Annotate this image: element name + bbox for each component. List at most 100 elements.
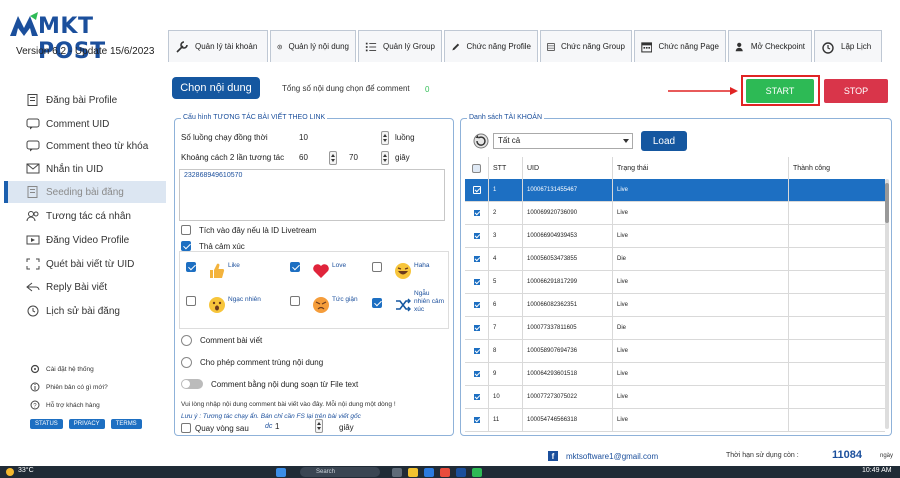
column-header-stt[interactable]: STT (489, 157, 523, 180)
row-checkbox-cell[interactable] (465, 225, 489, 248)
row-checkbox[interactable] (472, 393, 481, 401)
chrome-icon[interactable] (440, 468, 450, 477)
tab-profile-functions[interactable]: Chức năng Profile (444, 30, 538, 62)
row-checkbox-cell[interactable] (465, 363, 489, 386)
status-button[interactable]: STATUS (30, 419, 63, 429)
interval-min-stepper[interactable] (329, 151, 337, 165)
comment-post-option[interactable]: Comment bài viết (181, 335, 262, 346)
weather-text[interactable]: 33°C (18, 467, 34, 474)
clock[interactable]: 10:49 AM (862, 467, 892, 474)
tab-content-management[interactable]: Quản lý nội dung (270, 30, 356, 62)
row-checkbox[interactable] (472, 324, 481, 332)
loop-input[interactable]: 1 (275, 422, 279, 431)
row-checkbox[interactable] (472, 416, 481, 424)
row-checkbox-cell[interactable] (465, 294, 489, 317)
mkt-post-taskbar-icon[interactable] (456, 468, 466, 477)
sidebar-item-message-uid[interactable]: Nhắn tin UID (4, 158, 166, 180)
select-all-cell[interactable] (465, 157, 489, 180)
app-taskbar-icon[interactable] (472, 468, 482, 477)
sidebar-item-personal-interaction[interactable]: Tương tác cá nhân (4, 205, 166, 227)
table-row[interactable]: 4 100056053473855 Die (465, 248, 885, 271)
row-checkbox-cell[interactable] (465, 179, 489, 202)
table-row[interactable]: 9 100064293601518 Live (465, 363, 885, 386)
uid-textarea[interactable]: 232868949610570 (179, 169, 445, 221)
row-checkbox[interactable] (472, 347, 481, 355)
interval-max-input[interactable]: 70 (349, 153, 358, 162)
loop-checkbox[interactable]: Quay vòng sau (181, 423, 249, 433)
reaction-love[interactable]: Love (290, 262, 346, 280)
choose-content-button[interactable]: Chọn nội dung (172, 77, 260, 99)
row-checkbox[interactable] (472, 278, 481, 286)
support-email[interactable]: mktsoftware1@gmail.com (566, 452, 658, 461)
table-row[interactable]: 1 100067131455467 Live (465, 179, 885, 202)
reaction-angry[interactable]: Tức giận (290, 296, 358, 314)
terms-button[interactable]: TERMS (110, 419, 142, 429)
interval-max-stepper[interactable] (381, 151, 389, 165)
row-checkbox[interactable] (472, 255, 481, 263)
tab-page-functions[interactable]: Chức năng Page (634, 30, 726, 62)
refresh-icon[interactable] (473, 133, 489, 149)
table-row[interactable]: 10 100077273075022 Live (465, 386, 885, 409)
table-scrollbar-thumb[interactable] (885, 183, 889, 223)
row-checkbox[interactable] (472, 301, 481, 309)
sidebar-item-post-history[interactable]: Lịch sử bài đăng (4, 300, 166, 322)
file-explorer-icon[interactable] (408, 468, 418, 477)
row-checkbox[interactable] (472, 232, 481, 240)
row-checkbox[interactable] (472, 370, 481, 378)
sidebar-item-comment-keyword[interactable]: Comment theo từ khóa (4, 135, 166, 157)
tab-group-functions[interactable]: Chức năng Group (540, 30, 632, 62)
row-checkbox-cell[interactable] (465, 386, 489, 409)
livestream-checkbox[interactable]: Tích vào đây nếu là ID Livetream (181, 225, 316, 235)
whats-new-link[interactable]: Phiên bản có gì mới? (30, 382, 108, 392)
table-row[interactable]: 3 100066904939453 Live (465, 225, 885, 248)
taskbar-search[interactable]: Search (300, 467, 380, 477)
sidebar-item-comment-uid[interactable]: Comment UID (4, 113, 166, 135)
stop-button[interactable]: STOP (824, 79, 888, 103)
row-checkbox-cell[interactable] (465, 248, 489, 271)
windows-start-icon[interactable] (276, 468, 286, 477)
task-view-icon[interactable] (392, 468, 402, 477)
column-header-success[interactable]: Thành công (789, 157, 885, 180)
sidebar-item-scan-uid[interactable]: Quét bài viết từ UID (4, 253, 166, 275)
settings-link[interactable]: Cài đặt hệ thống (30, 364, 94, 374)
reaction-random[interactable]: Ngẫu nhiên cảm xúc (372, 290, 444, 314)
select-all-checkbox[interactable] (472, 163, 481, 173)
row-checkbox-cell[interactable] (465, 409, 489, 432)
reaction-haha[interactable]: Haha (372, 262, 430, 280)
table-row[interactable]: 7 100077337811605 Die (465, 317, 885, 340)
threads-input[interactable]: 10 (299, 133, 308, 142)
reaction-wow[interactable]: Ngạc nhiên (186, 296, 261, 314)
support-link[interactable]: ? Hỗ trợ khách hàng (30, 400, 100, 410)
row-checkbox-cell[interactable] (465, 340, 489, 363)
threads-stepper[interactable] (381, 131, 389, 145)
tab-schedule[interactable]: Lập Lịch (814, 30, 882, 62)
row-checkbox-cell[interactable] (465, 317, 489, 340)
table-row[interactable]: 5 100066291817299 Live (465, 271, 885, 294)
table-row[interactable]: 8 100058907694736 Live (465, 340, 885, 363)
loop-stepper[interactable] (315, 419, 323, 433)
row-checkbox[interactable] (472, 186, 481, 194)
sidebar-item-video-profile[interactable]: Đăng Video Profile (4, 229, 166, 251)
load-button[interactable]: Load (641, 131, 687, 151)
sidebar-item-seeding-post[interactable]: Seeding bài đăng (4, 181, 166, 203)
file-comment-toggle[interactable]: Comment bằng nội dung soạn từ File text (181, 379, 358, 389)
tab-open-checkpoint[interactable]: Mở Checkpoint (728, 30, 812, 62)
edge-icon[interactable] (424, 468, 434, 477)
allow-duplicate-option[interactable]: Cho phép comment trùng nội dung (181, 357, 323, 368)
table-row[interactable]: 6 100066082362351 Live (465, 294, 885, 317)
table-row[interactable]: 2 100069920736090 Live (465, 202, 885, 225)
row-checkbox-cell[interactable] (465, 202, 489, 225)
start-button[interactable]: START (746, 79, 814, 103)
sidebar-item-reply-post[interactable]: Reply Bài viết (4, 276, 166, 298)
privacy-button[interactable]: PRIVACY (68, 419, 105, 429)
account-filter-select[interactable]: Tất cả (493, 133, 633, 149)
interval-min-input[interactable]: 60 (299, 153, 308, 162)
sidebar-item-profile-post[interactable]: Đăng bài Profile (4, 89, 166, 111)
row-checkbox-cell[interactable] (465, 271, 489, 294)
row-checkbox[interactable] (472, 209, 481, 217)
react-checkbox[interactable]: Thả cảm xúc (181, 241, 245, 251)
column-header-status[interactable]: Trạng thái (613, 157, 789, 180)
column-header-uid[interactable]: UID (523, 157, 613, 180)
table-row[interactable]: 11 100054746566318 Live (465, 409, 885, 432)
tab-account-management[interactable]: Quản lý tài khoản (168, 30, 268, 62)
